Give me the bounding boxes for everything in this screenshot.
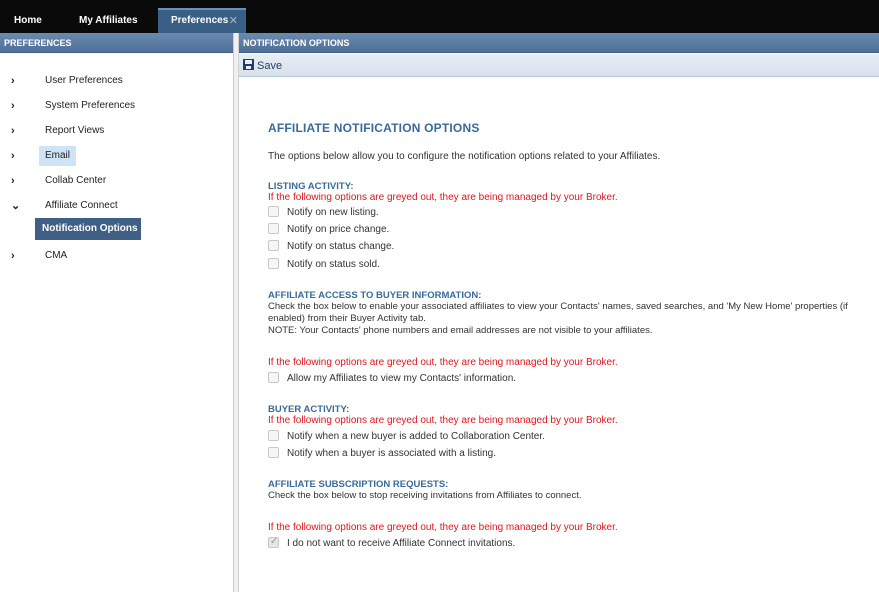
chevron-right-icon: › xyxy=(11,150,15,162)
section-heading-buyer-activity: BUYER ACTIVITY: xyxy=(268,404,350,415)
option-label: Notify when a new buyer is added to Coll… xyxy=(287,431,545,442)
option-notify-new-listing[interactable]: Notify on new listing. xyxy=(268,206,379,220)
notification-options-header: NOTIFICATION OPTIONS xyxy=(239,33,879,53)
option-label: Allow my Affiliates to view my Contacts'… xyxy=(287,373,517,384)
option-notify-price-change[interactable]: Notify on price change. xyxy=(268,223,389,237)
chevron-right-icon: › xyxy=(11,250,15,262)
broker-warning: If the following options are greyed out,… xyxy=(268,357,618,368)
broker-warning: If the following options are greyed out,… xyxy=(268,522,618,533)
nav-item-email[interactable]: › Email xyxy=(0,146,234,166)
toolbar: Save xyxy=(239,54,879,77)
nav-item-label: Report Views xyxy=(45,125,105,136)
option-label: Notify on new listing. xyxy=(287,207,379,218)
nav-item-label: Collab Center xyxy=(45,175,107,186)
section-heading-subscription-requests: AFFILIATE SUBSCRIPTION REQUESTS: xyxy=(268,479,449,490)
checkbox[interactable] xyxy=(268,258,279,269)
option-label: Notify on status change. xyxy=(287,241,395,252)
subscription-description: Check the box below to stop receiving in… xyxy=(268,490,582,501)
tab-preferences-label: Preferences xyxy=(171,15,229,26)
save-icon xyxy=(243,59,254,70)
option-allow-view-contacts[interactable]: Allow my Affiliates to view my Contacts'… xyxy=(268,372,516,386)
chevron-right-icon: › xyxy=(11,75,15,87)
nav-item-label: System Preferences xyxy=(45,100,136,111)
broker-warning: If the following options are greyed out,… xyxy=(268,192,618,203)
checkbox[interactable] xyxy=(268,206,279,217)
save-label: Save xyxy=(257,60,283,72)
option-label: Notify on price change. xyxy=(287,224,390,235)
option-notify-new-buyer[interactable]: Notify when a new buyer is added to Coll… xyxy=(268,430,545,444)
page-title: AFFILIATE NOTIFICATION OPTIONS xyxy=(268,121,480,135)
notification-options-panel: NOTIFICATION OPTIONS Save AFFILIATE NOTI… xyxy=(239,33,879,592)
nav-item-user-preferences[interactable]: › User Preferences xyxy=(0,71,234,91)
option-notify-buyer-listing[interactable]: Notify when a buyer is associated with a… xyxy=(268,447,496,461)
option-label: Notify on status sold. xyxy=(287,259,380,270)
tab-my-affiliates[interactable]: My Affiliates xyxy=(69,8,148,33)
checkbox[interactable] xyxy=(268,223,279,234)
chevron-right-icon: › xyxy=(11,125,15,137)
buyer-info-description: Check the box below to enable your assoc… xyxy=(268,301,848,324)
section-heading-listing-activity: LISTING ACTIVITY: xyxy=(268,181,354,192)
option-no-invitations[interactable]: I do not want to receive Affiliate Conne… xyxy=(268,535,516,551)
broker-warning: If the following options are greyed out,… xyxy=(268,415,618,426)
nav-item-label: User Preferences xyxy=(45,75,123,86)
nav-item-collab-center[interactable]: › Collab Center xyxy=(0,171,234,191)
nav-subitem-notification-options[interactable]: Notification Options xyxy=(35,218,141,240)
checkbox[interactable] xyxy=(268,240,279,251)
nav-item-label: Affiliate Connect xyxy=(45,200,118,211)
chevron-down-icon: ⌄ xyxy=(11,200,21,212)
checkbox[interactable] xyxy=(268,372,279,383)
tab-home[interactable]: Home xyxy=(4,8,52,33)
preferences-header: PREFERENCES xyxy=(0,33,233,53)
chevron-right-icon: › xyxy=(11,100,15,112)
option-notify-status-sold[interactable]: Notify on status sold. xyxy=(268,258,380,272)
checkbox[interactable] xyxy=(268,447,279,458)
checkbox[interactable] xyxy=(268,430,279,441)
close-icon[interactable]: ✕ xyxy=(229,10,238,32)
checkbox-checked[interactable] xyxy=(268,535,279,549)
save-button[interactable]: Save xyxy=(243,58,282,74)
nav-item-label: Email xyxy=(39,146,77,166)
option-label: Notify when a buyer is associated with a… xyxy=(287,448,496,459)
tab-preferences[interactable]: Preferences ✕ xyxy=(158,8,246,33)
nav-item-system-preferences[interactable]: › System Preferences xyxy=(0,96,234,116)
nav-item-report-views[interactable]: › Report Views xyxy=(0,121,234,141)
chevron-right-icon: › xyxy=(11,175,15,187)
intro-text: The options below allow you to configure… xyxy=(268,151,661,162)
nav-item-cma[interactable]: › CMA xyxy=(0,246,234,266)
preferences-panel: PREFERENCES › User Preferences › System … xyxy=(0,33,234,592)
top-tab-bar: Home My Affiliates Preferences ✕ xyxy=(0,0,879,33)
nav-item-label: CMA xyxy=(45,250,68,261)
section-heading-buyer-info-access: AFFILIATE ACCESS TO BUYER INFORMATION: xyxy=(268,290,482,301)
nav-item-affiliate-connect[interactable]: ⌄ Affiliate Connect xyxy=(0,196,234,216)
buyer-info-note: NOTE: Your Contacts' phone numbers and e… xyxy=(268,325,653,336)
option-notify-status-change[interactable]: Notify on status change. xyxy=(268,240,394,254)
option-label: I do not want to receive Affiliate Conne… xyxy=(287,538,516,549)
